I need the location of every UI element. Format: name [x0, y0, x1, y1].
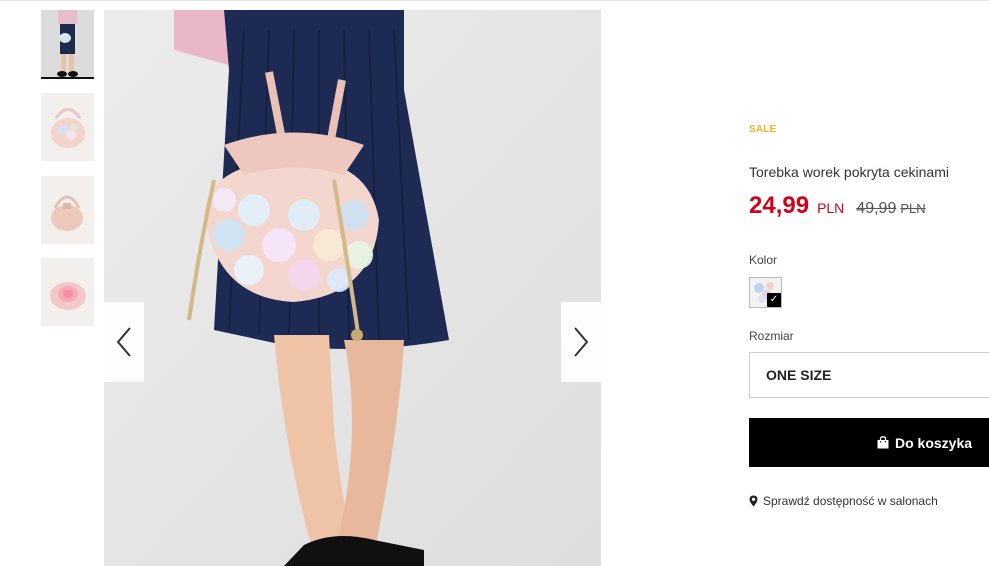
thumbnail-1[interactable] [41, 10, 94, 78]
store-availability-label: Sprawdź dostępność w salonach [763, 494, 938, 508]
old-price-currency: PLN [900, 201, 926, 216]
gallery-prev-button[interactable] [104, 302, 144, 382]
check-icon: ✓ [767, 293, 781, 307]
gallery-next-button[interactable] [561, 302, 601, 382]
size-select-value: ONE SIZE [766, 367, 832, 383]
size-label: Rozmiar [749, 329, 794, 343]
thumbnail-2[interactable] [41, 93, 94, 161]
thumbnail-3[interactable] [41, 176, 94, 244]
size-select[interactable]: ONE SIZE [749, 352, 989, 398]
add-to-cart-label: Do koszyka [895, 434, 973, 451]
product-title: Torebka worek pokryta cekinami [749, 164, 949, 180]
thumbnail-4[interactable] [41, 258, 94, 326]
price-row: 24,99 PLN 49,99 PLN [749, 192, 926, 220]
current-price: 24,99 [749, 192, 810, 219]
color-label: Kolor [749, 253, 778, 267]
color-swatch[interactable]: ✓ [749, 277, 782, 308]
add-to-cart-button[interactable]: Do koszyka [749, 418, 989, 467]
thumbnail-selected-indicator [41, 77, 94, 79]
map-pin-icon [749, 495, 758, 507]
store-availability-link[interactable]: Sprawdź dostępność w salonach [749, 494, 938, 508]
main-product-image [104, 10, 601, 566]
chevron-right-icon [574, 327, 589, 357]
shopping-bag-icon [877, 436, 889, 449]
sale-badge: SALE [749, 124, 777, 135]
chevron-left-icon [116, 327, 131, 357]
old-price: 49,99 [856, 200, 897, 217]
current-price-currency: PLN [817, 200, 845, 216]
header-divider [0, 0, 989, 1]
